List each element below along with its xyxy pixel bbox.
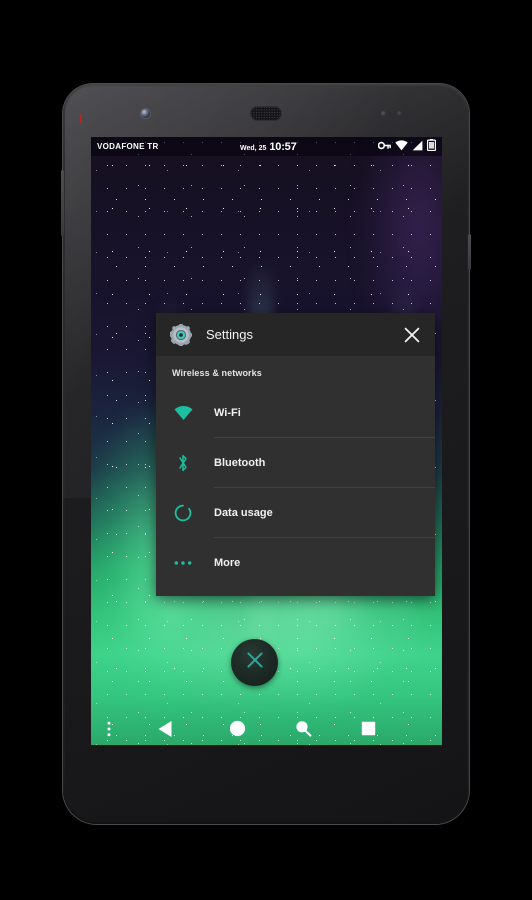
power-button[interactable] bbox=[468, 234, 471, 270]
cellular-signal-icon bbox=[412, 138, 423, 156]
phone-screen: VODAFONE TR Wed, 25 10:57 Settings Wirel… bbox=[91, 137, 442, 745]
front-camera-icon bbox=[141, 109, 150, 118]
light-sensor bbox=[397, 111, 402, 116]
wifi-icon bbox=[170, 402, 196, 424]
menu-dots-icon[interactable] bbox=[107, 721, 111, 737]
recents-square-icon[interactable] bbox=[361, 721, 376, 736]
settings-item-label: Wi-Fi bbox=[214, 388, 435, 438]
vpn-key-icon bbox=[377, 138, 391, 156]
data-usage-icon bbox=[170, 502, 196, 524]
search-icon[interactable] bbox=[295, 720, 312, 737]
floating-action-button[interactable] bbox=[231, 639, 278, 686]
settings-item-label: More bbox=[214, 557, 241, 569]
dialog-header: Settings bbox=[156, 313, 435, 356]
section-header-wireless-networks: Wireless & networks bbox=[172, 368, 262, 378]
carrier-label: VODAFONE TR bbox=[97, 142, 159, 151]
home-circle-icon[interactable] bbox=[229, 720, 246, 737]
settings-item-bluetooth[interactable]: Bluetooth bbox=[156, 438, 435, 488]
volume-rocker-button[interactable] bbox=[61, 170, 64, 236]
close-x-icon bbox=[245, 650, 265, 675]
settings-item-data-usage[interactable]: Data usage bbox=[156, 488, 435, 538]
battery-icon bbox=[427, 138, 437, 156]
status-time: 10:57 bbox=[269, 140, 297, 153]
status-clock: Wed, 25 10:57 bbox=[159, 141, 378, 153]
earpiece-speaker bbox=[250, 106, 282, 121]
settings-item-label: Bluetooth bbox=[214, 438, 435, 488]
settings-dialog: Settings Wireless & networks Wi-Fi Bluet… bbox=[156, 313, 435, 596]
navigation-bar bbox=[91, 712, 442, 745]
status-bar: VODAFONE TR Wed, 25 10:57 bbox=[91, 137, 442, 156]
status-date: Wed, 25 bbox=[240, 144, 267, 152]
dialog-title: Settings bbox=[206, 327, 253, 342]
proximity-sensor bbox=[381, 111, 386, 116]
status-icons bbox=[377, 138, 437, 156]
settings-item-label: Data usage bbox=[214, 488, 435, 538]
notification-led bbox=[80, 114, 82, 123]
bluetooth-icon bbox=[170, 452, 196, 474]
more-dots-icon bbox=[170, 552, 196, 574]
settings-item-more[interactable]: More bbox=[156, 538, 435, 588]
close-icon[interactable] bbox=[403, 326, 421, 344]
phone-device: VODAFONE TR Wed, 25 10:57 Settings Wirel… bbox=[61, 84, 471, 824]
wifi-icon bbox=[395, 138, 408, 156]
settings-item-wifi[interactable]: Wi-Fi bbox=[156, 388, 435, 438]
back-triangle-icon[interactable] bbox=[157, 720, 173, 738]
gear-icon bbox=[169, 322, 193, 347]
settings-list: Wi-Fi Bluetooth Data usage More bbox=[156, 388, 435, 596]
